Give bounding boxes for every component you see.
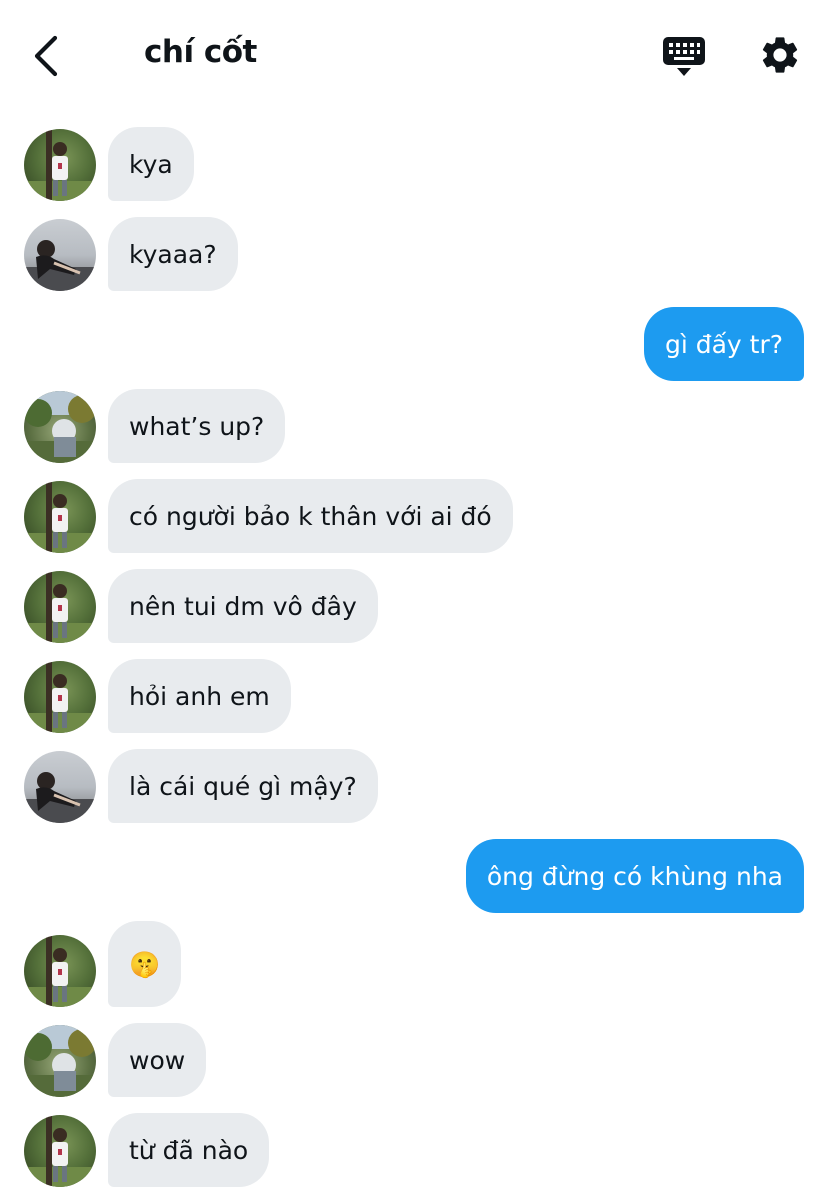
message-bubble[interactable]: ông đừng có khùng nha bbox=[465, 839, 804, 913]
message-bubble[interactable]: 🤫 bbox=[108, 921, 182, 1007]
message-bubble[interactable]: có người bảo k thân với ai đó bbox=[108, 479, 513, 553]
back-button[interactable] bbox=[26, 34, 66, 78]
message-bubble[interactable]: wow bbox=[108, 1023, 207, 1097]
message-bubble[interactable]: what’s up? bbox=[108, 389, 286, 463]
message-row: what’s up? bbox=[0, 389, 820, 465]
message-bubble[interactable]: là cái qué gì mậy? bbox=[108, 749, 378, 823]
message-bubble[interactable]: nên tui dm vô đây bbox=[108, 569, 378, 643]
avatar[interactable] bbox=[24, 129, 96, 201]
keyboard-icon bbox=[663, 37, 705, 76]
chevron-left-icon bbox=[34, 35, 58, 77]
message-row: gì đấy tr? bbox=[0, 307, 820, 383]
message-row: kyaaa? bbox=[0, 217, 820, 293]
avatar[interactable] bbox=[24, 1025, 96, 1097]
message-row: là cái qué gì mậy? bbox=[0, 749, 820, 825]
avatar[interactable] bbox=[24, 219, 96, 291]
message-bubble[interactable]: từ đã nào bbox=[108, 1113, 270, 1187]
message-row: 🤫 bbox=[0, 921, 820, 1007]
avatar[interactable] bbox=[24, 391, 96, 463]
message-row: ông đừng có khùng nha bbox=[0, 839, 820, 915]
message-row: kya bbox=[0, 127, 820, 203]
avatar[interactable] bbox=[24, 1115, 96, 1187]
conversation-title[interactable]: chí cốt bbox=[144, 34, 257, 70]
message-row: nên tui dm vô đây bbox=[0, 569, 820, 645]
conversation-header: chí cốt bbox=[0, 0, 820, 110]
settings-button[interactable] bbox=[758, 33, 802, 77]
message-row: hỏi anh em bbox=[0, 659, 820, 735]
message-row: từ đã nào bbox=[0, 1113, 820, 1189]
keyboard-button[interactable] bbox=[660, 34, 708, 78]
avatar[interactable] bbox=[24, 935, 96, 1007]
message-bubble[interactable]: gì đấy tr? bbox=[643, 307, 804, 381]
avatar[interactable] bbox=[24, 481, 96, 553]
message-bubble[interactable]: kyaaa? bbox=[108, 217, 238, 291]
message-row: wow bbox=[0, 1023, 820, 1099]
message-bubble[interactable]: hỏi anh em bbox=[108, 659, 291, 733]
gear-icon bbox=[762, 37, 798, 73]
avatar[interactable] bbox=[24, 571, 96, 643]
avatar[interactable] bbox=[24, 661, 96, 733]
avatar[interactable] bbox=[24, 751, 96, 823]
message-bubble[interactable]: kya bbox=[108, 127, 194, 201]
message-row: có người bảo k thân với ai đó bbox=[0, 479, 820, 555]
